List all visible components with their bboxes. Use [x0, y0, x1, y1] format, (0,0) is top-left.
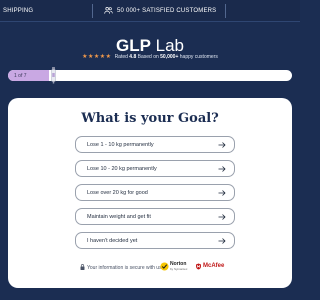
- mcafee-shield-icon: [196, 263, 201, 270]
- option-label: I haven't decided yet: [87, 238, 138, 244]
- rating-line: ★★★★★ Rated 4.8 Based on 50,000+ happy cu…: [0, 53, 300, 60]
- arrow-right-icon: [218, 238, 226, 244]
- option-button[interactable]: I haven't decided yet: [75, 232, 235, 249]
- option-button[interactable]: Lose 10 - 20 kg permanently: [75, 160, 235, 177]
- norton-sub: by Symantec: [170, 267, 188, 271]
- arrow-right-icon: [218, 142, 226, 148]
- top-banner: SHIPPING 50 000+ SATISFIED CUSTOMERS: [0, 0, 300, 22]
- banner-divider: [225, 4, 226, 18]
- customers-label: 50 000+ SATISFIED CUSTOMERS: [117, 7, 217, 14]
- rating-prefix: Rated: [114, 54, 130, 60]
- option-button[interactable]: Lose 1 - 10 kg permanently: [75, 136, 235, 153]
- rating-suffix: happy customers: [178, 54, 218, 60]
- security-notice: Your information is secure with us Norto…: [8, 262, 292, 276]
- rating-count: 50,000+: [160, 54, 179, 60]
- quiz-card: What is your Goal? Lose 1 - 10 kg perman…: [8, 98, 292, 288]
- quiz-progress-bar: 1 of 7: [8, 67, 292, 84]
- security-text: Your information is secure with us: [87, 265, 162, 271]
- option-label: Lose 10 - 20 kg permanently: [87, 166, 157, 172]
- users-icon: [104, 6, 113, 14]
- star-rating-icon: ★★★★★: [82, 54, 112, 60]
- option-button[interactable]: Lose over 20 kg for good: [75, 184, 235, 201]
- lock-icon: [80, 264, 85, 270]
- shipping-label: SHIPPING: [3, 8, 34, 14]
- norton-check-icon: [160, 262, 169, 271]
- option-label: Lose over 20 kg for good: [87, 190, 148, 196]
- question-title: What is your Goal?: [81, 111, 219, 126]
- arrow-right-icon: [218, 214, 226, 220]
- arrow-right-icon: [218, 166, 226, 172]
- arrow-right-icon: [218, 190, 226, 196]
- mcafee-logo: McAfee: [203, 263, 225, 269]
- banner-divider: [92, 4, 93, 18]
- option-label: Maintain weight and get fit: [87, 214, 151, 220]
- option-button[interactable]: Maintain weight and get fit: [75, 208, 235, 225]
- customers-badge: 50 000+ SATISFIED CUSTOMERS: [104, 6, 216, 15]
- progress-step-label: 1 of 7: [14, 73, 27, 79]
- injection-pen-icon: [51, 67, 56, 84]
- rating-middle: Based on: [136, 54, 161, 60]
- option-label: Lose 1 - 10 kg permanently: [87, 142, 154, 148]
